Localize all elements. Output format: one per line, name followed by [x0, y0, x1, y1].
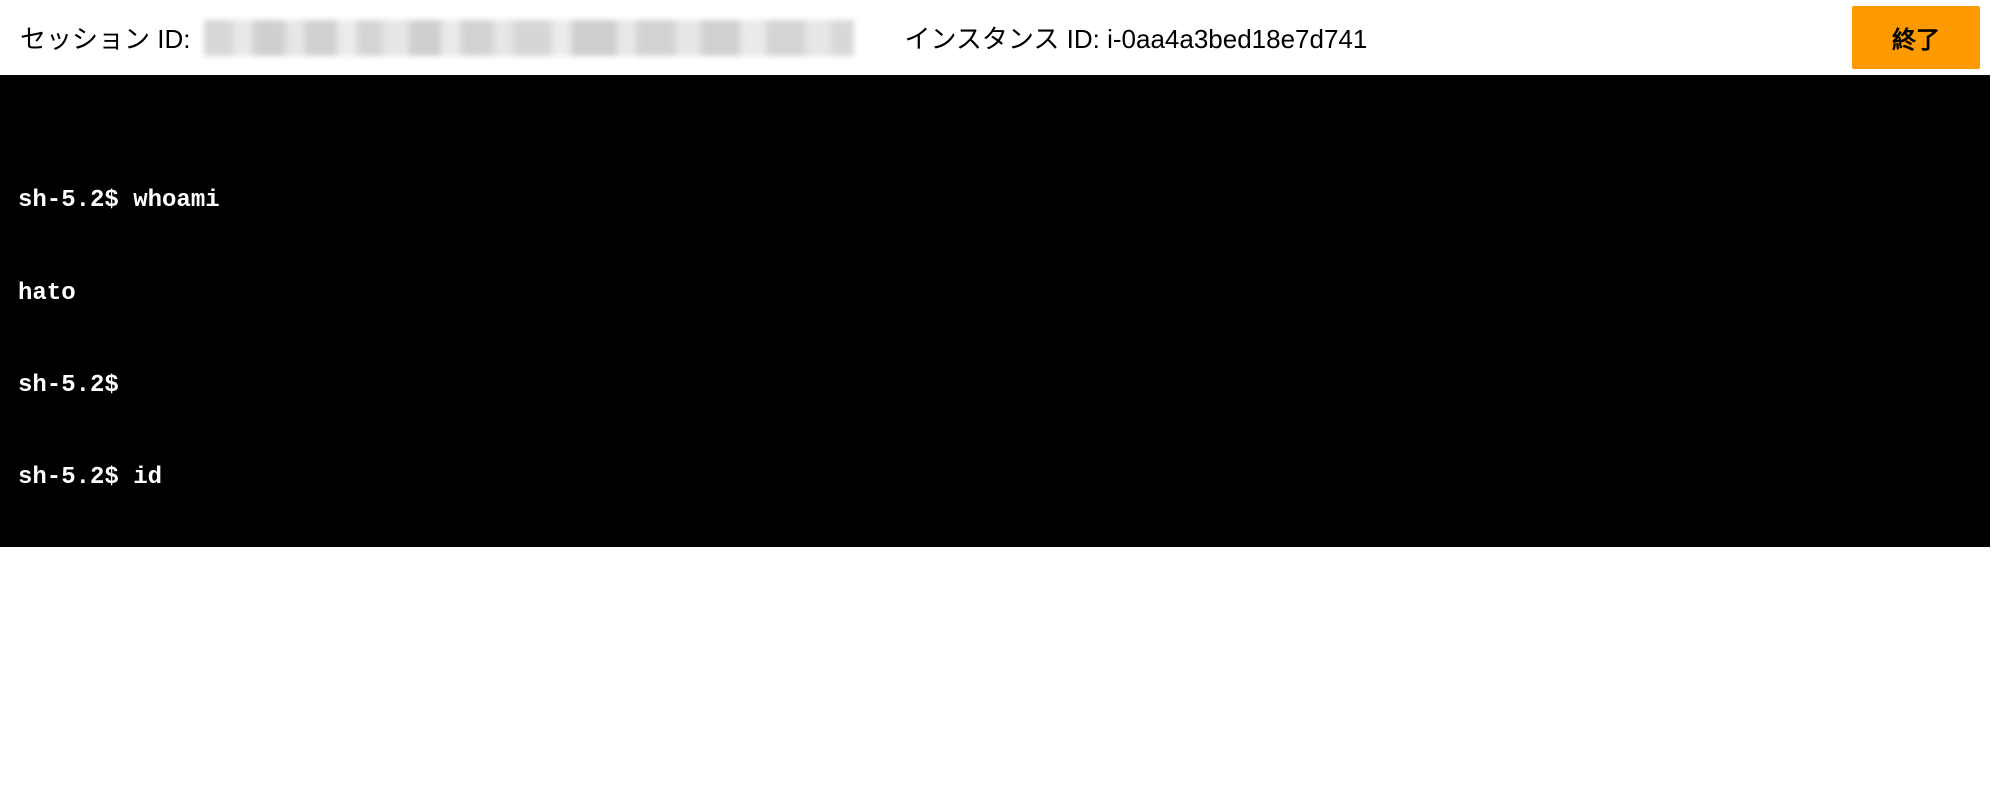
session-id-value-redacted [204, 20, 854, 56]
terminal-line: sh-5.2$ id [18, 463, 1972, 494]
terminal-line: uid=1002(hato) gid=1002(hato) groups=100… [18, 555, 1972, 586]
end-session-button[interactable]: 終了 [1852, 6, 1980, 69]
instance-id-label: インスタンス ID: i-0aa4a3bed18e7d741 [904, 19, 1367, 56]
terminal-prompt-line: sh-5.2$ [18, 739, 1972, 770]
session-header: セッション ID: インスタンス ID: i-0aa4a3bed18e7d741… [0, 0, 2000, 75]
terminal-line: sh-5.2$ [18, 371, 1972, 402]
terminal-output[interactable]: sh-5.2$ whoami hato sh-5.2$ sh-5.2$ id u… [0, 75, 1990, 547]
terminal-prompt: sh-5.2$ [18, 740, 133, 767]
terminal-line: sh-5.2$ whoami [18, 186, 1972, 217]
terminal-cursor [135, 741, 149, 767]
terminal-line: sh-5.2$ [18, 647, 1972, 678]
session-id-label: セッション ID: [20, 19, 190, 56]
terminal-line: hato [18, 279, 1972, 310]
